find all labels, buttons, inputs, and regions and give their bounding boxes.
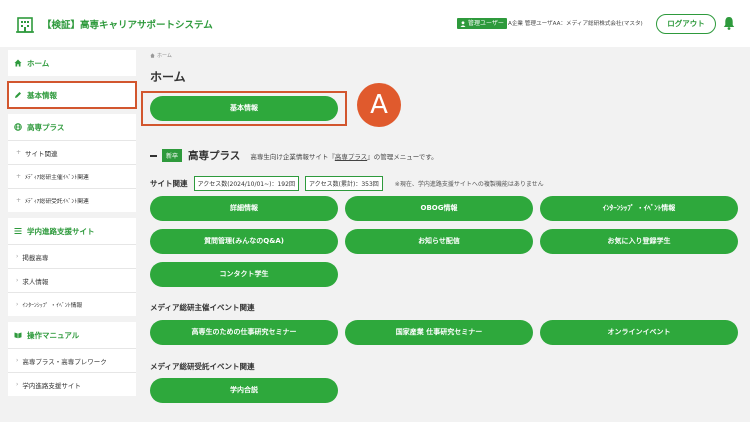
site-stats-row: サイト関連 アクセス数(2024/10/01~)：192回 アクセス数(累計)：… [150, 176, 544, 191]
app-title: 【検証】高専キャリアサポートシステム [42, 20, 213, 31]
sidebar-item-label: ホーム [27, 58, 50, 68]
section-header: 新卒 高専プラス 高専生向け企業情報サイト『高専プラス』の管理メニューです。 [150, 148, 438, 163]
sidebar-item-label: ｲﾝﾀｰﾝｼｯﾌﾟ ・ｲﾍﾞﾝﾄ情報 [22, 303, 83, 309]
list-icon [14, 228, 22, 234]
page-title: ホーム [150, 70, 186, 84]
step-marker: A [357, 83, 401, 127]
sidebar-item-manual-kosen-plus[interactable]: › 高専プラス・高専プレワーク [8, 348, 136, 372]
section-dash [150, 154, 157, 157]
kosen-seminar-button[interactable]: 高専生のための仕事研究セミナー [150, 320, 338, 345]
chevron-right-icon: › [16, 253, 19, 260]
plus-icon: + [16, 149, 22, 156]
new-grad-badge: 新卒 [162, 149, 183, 162]
pencil-icon [15, 92, 21, 98]
sidebar-item-label: 高専プラス・高専プレワーク [22, 357, 107, 366]
main-content: ホーム ホーム 基本情報 A 新卒 高専プラス 高専生向け企業情報サイト『高専プ… [136, 47, 750, 422]
sidebar-item-label: ﾒﾃﾞｨｱ総研主催ｲﾍﾞﾝﾄ関連 [25, 175, 89, 181]
sidebar-item-internship-info[interactable]: › ｲﾝﾀｰﾝｼｯﾌﾟ ・ｲﾍﾞﾝﾄ情報 [8, 292, 136, 316]
home-icon [150, 53, 155, 58]
bell-icon[interactable] [723, 16, 735, 30]
qa-management-button[interactable]: 質問管理(みんなのQ&A) [150, 229, 338, 254]
sidebar-item-listed-schools[interactable]: › 掲載高専 [8, 244, 136, 268]
sidebar-group-title: 学内進路支援サイト [27, 226, 95, 236]
campus-fair-button[interactable]: 学内合説 [150, 378, 338, 403]
sidebar-item-job-info[interactable]: › 求人情報 [8, 268, 136, 292]
detail-info-button[interactable]: 詳細情報 [150, 196, 338, 221]
building-icon [16, 17, 34, 33]
globe-icon [14, 123, 22, 131]
section-description: 高専生向け企業情報サイト『高専プラス』の管理メニューです。 [250, 151, 437, 161]
favorite-students-button[interactable]: お気に入り登録学生 [540, 229, 738, 254]
basic-info-button[interactable]: 基本情報 [150, 96, 338, 121]
sidebar-item-label: 学内進路支援サイト [22, 381, 81, 390]
logout-button[interactable]: ログアウト [656, 14, 716, 34]
role-badge: 管理ユーザー [457, 18, 507, 29]
breadcrumb: ホーム [150, 52, 172, 59]
user-name: A企業 管理ユーザAA：メディア総研株式会社(マスタ) [508, 21, 643, 27]
national-industry-seminar-button[interactable]: 国家産業 仕事研究セミナー [345, 320, 533, 345]
sidebar-item-label: 掲載高専 [22, 253, 49, 262]
section-title: 高専プラス [188, 150, 241, 162]
plus-icon: + [16, 173, 22, 180]
chevron-right-icon: › [16, 381, 19, 388]
sidebar-group-manual: 操作マニュアル › 高専プラス・高専プレワーク › 学内進路支援サイト [8, 322, 136, 396]
chevron-right-icon: › [16, 301, 19, 308]
access-count-total: アクセス数(累計)：353回 [304, 176, 383, 191]
sidebar-group-title: 高専プラス [27, 122, 65, 132]
role-badge-label: 管理ユーザー [468, 20, 504, 27]
sidebar-item-manual-school-site[interactable]: › 学内進路支援サイト [8, 372, 136, 396]
site-group-title: サイト関連 [150, 179, 188, 188]
sidebar-group-kosen-plus: 高専プラス + サイト関連 + ﾒﾃﾞｨｱ総研主催ｲﾍﾞﾝﾄ関連 + ﾒﾃﾞｨｱ総研受… [8, 114, 136, 212]
breadcrumb-home[interactable]: ホーム [157, 52, 172, 59]
sidebar-item-label: サイト関連 [25, 149, 58, 158]
sidebar-item-site[interactable]: + サイト関連 [8, 140, 136, 164]
sidebar-item-home[interactable]: ホーム [8, 50, 136, 76]
chevron-right-icon: › [16, 277, 19, 284]
user-icon [460, 20, 466, 27]
access-count-period: アクセス数(2024/10/01~)：192回 [193, 176, 299, 191]
sidebar-item-label: ﾒﾃﾞｨｱ総研受託ｲﾍﾞﾝﾄ関連 [25, 199, 89, 205]
consigned-events-title: メディア総研受託イベント関連 [150, 362, 255, 371]
sidebar-item-hosted-events[interactable]: + ﾒﾃﾞｨｱ総研主催ｲﾍﾞﾝﾄ関連 [8, 164, 136, 188]
home-icon [14, 59, 22, 67]
sidebar-item-consigned-events[interactable]: + ﾒﾃﾞｨｱ総研受託ｲﾍﾞﾝﾄ関連 [8, 188, 136, 212]
description-text: 高専生向け企業情報サイト『 [250, 152, 335, 161]
hosted-events-title: メディア総研主催イベント関連 [150, 303, 255, 312]
book-icon [14, 332, 22, 339]
online-event-button[interactable]: オンラインイベント [540, 320, 738, 345]
sidebar-item-basic-info[interactable]: 基本情報 [7, 81, 137, 109]
app-header: 【検証】高専キャリアサポートシステム 管理ユーザー A企業 管理ユーザAA：メデ… [0, 0, 750, 47]
internship-event-button[interactable]: ｲﾝﾀｰﾝｼｯﾌﾟ ・ｲﾍﾞﾝﾄ情報 [540, 196, 738, 221]
notice-delivery-button[interactable]: お知らせ配信 [345, 229, 533, 254]
copy-note: ※現在、学内進路支援サイトへの複製機能はありません [394, 181, 544, 188]
sidebar-item-label: 求人情報 [22, 277, 49, 286]
sidebar: ホーム 基本情報 高専プラス + サイト関連 + ﾒﾃﾞｨｱ総研主催ｲﾍﾞﾝﾄ関連 … [7, 50, 137, 402]
sidebar-group-school-site: 学内進路支援サイト › 掲載高専 › 求人情報 › ｲﾝﾀｰﾝｼｯﾌﾟ ・ｲﾍﾞﾝﾄ情… [8, 218, 136, 316]
description-text: 』の管理メニューです。 [367, 152, 438, 161]
sidebar-item-label: 基本情報 [27, 90, 57, 100]
obog-info-button[interactable]: OBOG情報 [345, 196, 533, 221]
chevron-right-icon: › [16, 357, 19, 364]
kosen-plus-link[interactable]: 高専プラス [335, 153, 367, 161]
plus-icon: + [16, 197, 22, 204]
sidebar-group-title: 操作マニュアル [27, 330, 80, 340]
contact-students-button[interactable]: コンタクト学生 [150, 262, 338, 287]
